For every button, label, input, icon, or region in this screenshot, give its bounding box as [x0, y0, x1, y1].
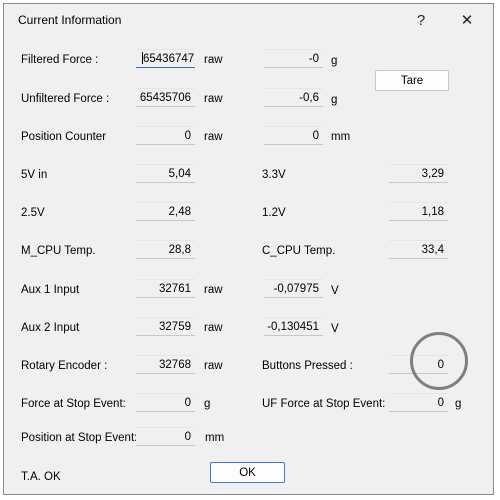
- rotary-encoder-label: Rotary Encoder :: [21, 360, 108, 372]
- aux1-raw-field[interactable]: 32761: [136, 279, 195, 298]
- unfiltered-force-unit: g: [331, 94, 338, 106]
- unfiltered-force-value-field[interactable]: -0,6: [264, 88, 323, 107]
- tare-button[interactable]: Tare: [375, 70, 449, 91]
- position-counter-label: Position Counter: [21, 131, 107, 143]
- 1v2-field[interactable]: 1,18: [389, 202, 448, 221]
- position-at-stop-event-unit: mm: [205, 432, 225, 444]
- aux2-unit: V: [331, 323, 339, 335]
- filtered-force-unit: g: [331, 55, 338, 67]
- status-text: T.A. OK: [21, 471, 61, 483]
- aux1-input-label: Aux 1 Input: [21, 284, 80, 296]
- close-icon[interactable]: ✕: [447, 4, 487, 36]
- buttons-pressed-label: Buttons Pressed :: [262, 360, 353, 372]
- unfiltered-force-raw-unit: raw: [204, 93, 223, 105]
- filtered-force-value-field[interactable]: -0: [264, 49, 323, 68]
- aux2-raw-field[interactable]: 32759: [136, 317, 195, 336]
- aux1-unit: V: [331, 285, 339, 297]
- unfiltered-force-label: Unfiltered Force :: [21, 93, 110, 105]
- 2v5-field[interactable]: 2,48: [136, 202, 195, 221]
- c-cpu-temp-field[interactable]: 33,4: [389, 240, 448, 259]
- ok-button[interactable]: OK: [210, 462, 285, 483]
- uf-force-at-stop-event-field[interactable]: 0: [389, 393, 448, 412]
- position-counter-raw-unit: raw: [204, 131, 223, 143]
- 3v3-field[interactable]: 3,29: [389, 164, 448, 183]
- m-cpu-temp-field[interactable]: 28,8: [136, 240, 195, 259]
- uf-force-at-stop-event-label: UF Force at Stop Event:: [262, 398, 386, 410]
- window-title: Current Information: [18, 13, 122, 27]
- title-bar: Current Information ? ✕: [4, 4, 493, 36]
- force-at-stop-event-field[interactable]: 0: [136, 393, 195, 412]
- 5v-in-field[interactable]: 5,04: [136, 164, 195, 183]
- uf-force-at-stop-event-unit: g: [455, 398, 462, 410]
- 3v3-label: 3.3V: [262, 169, 286, 181]
- filtered-force-raw-value: 65436747: [143, 53, 195, 65]
- unfiltered-force-raw-field[interactable]: 65435706: [136, 88, 195, 107]
- m-cpu-temp-label: M_CPU Temp.: [21, 245, 96, 257]
- force-at-stop-event-unit: g: [204, 398, 211, 410]
- position-at-stop-event-field[interactable]: 0: [136, 427, 195, 446]
- position-at-stop-event-label: Position at Stop Event:: [21, 432, 138, 444]
- filtered-force-raw-field[interactable]: 65436747: [136, 49, 195, 68]
- aux2-value-field[interactable]: -0,130451: [264, 317, 323, 336]
- help-icon[interactable]: ?: [401, 4, 441, 36]
- position-counter-value-field[interactable]: 0: [264, 126, 323, 145]
- aux2-input-label: Aux 2 Input: [21, 322, 80, 334]
- position-counter-unit: mm: [331, 131, 351, 143]
- force-at-stop-event-label: Force at Stop Event:: [21, 398, 126, 410]
- aux2-raw-unit: raw: [204, 322, 223, 334]
- rotary-encoder-raw-field[interactable]: 32768: [136, 355, 195, 374]
- 5v-in-label: 5V in: [21, 169, 48, 181]
- 1v2-label: 1.2V: [262, 207, 286, 219]
- 2v5-label: 2.5V: [21, 207, 45, 219]
- aux1-value-field[interactable]: -0,07975: [264, 279, 323, 298]
- c-cpu-temp-label: C_CPU Temp.: [262, 245, 336, 257]
- buttons-pressed-field[interactable]: 0: [389, 355, 448, 374]
- position-counter-raw-field[interactable]: 0: [136, 126, 195, 145]
- filtered-force-label: Filtered Force :: [21, 54, 99, 66]
- filtered-force-raw-unit: raw: [204, 54, 223, 66]
- aux1-raw-unit: raw: [204, 284, 223, 296]
- rotary-encoder-raw-unit: raw: [204, 360, 223, 372]
